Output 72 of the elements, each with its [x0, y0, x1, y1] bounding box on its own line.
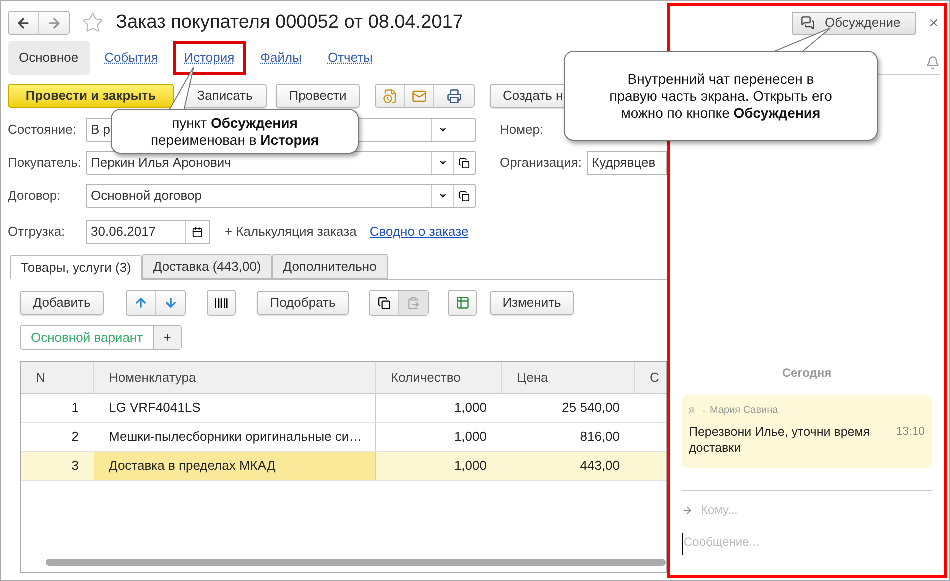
forward-icon[interactable]: [46, 16, 62, 30]
table-cell-text: 816,00: [579, 428, 621, 446]
field-label: Отгрузка:: [8, 223, 66, 242]
summary-link[interactable]: Сводно о заказе: [370, 222, 469, 242]
table-settings-icon[interactable]: [456, 296, 470, 310]
discussion-button[interactable]: Обсуждение: [792, 12, 916, 34]
table-cell-text: 3: [70, 457, 80, 476]
pick-button[interactable]: Подобрать: [257, 291, 349, 315]
print-icon[interactable]: [446, 88, 462, 104]
back-icon[interactable]: [16, 16, 31, 30]
message-field[interactable]: Сообщение...: [682, 533, 932, 555]
column-header[interactable]: N: [21, 362, 94, 393]
input-field[interactable]: Перкин Илья Аронович: [86, 151, 476, 175]
post-button[interactable]: Провести: [276, 84, 360, 108]
table-cell-text: 2: [70, 428, 80, 446]
table-row[interactable]: 1 LG VRF4041LS 1,000 25 540,00: [21, 394, 666, 423]
section-link[interactable]: Отчеты: [316, 41, 384, 75]
section-link[interactable]: История: [173, 41, 246, 75]
field-label: Номер:: [500, 121, 545, 140]
table-cell: Мешки-пылесборники оригинальные си…: [94, 423, 376, 451]
input-field[interactable]: Основной договор: [86, 184, 476, 208]
section-link[interactable]: Основное: [8, 41, 90, 75]
field-label: Покупатель:: [8, 154, 82, 172]
table-cell-text: 1: [70, 399, 80, 418]
edit-button[interactable]: Изменить: [490, 291, 574, 315]
copy-icon[interactable]: [378, 296, 390, 310]
section-link[interactable]: События: [94, 41, 170, 75]
table-row[interactable]: 2 Мешки-пылесборники оригинальные си… 1,000 816,00: [21, 423, 666, 452]
favorite-star-icon[interactable]: [82, 12, 104, 34]
message-sender: я → Мария Савина: [689, 404, 780, 418]
horizontal-scrollbar[interactable]: [46, 559, 666, 566]
day-separator: Сегодня: [781, 365, 833, 382]
message-text: Перезвони Илье, уточни время доставки: [689, 424, 872, 456]
field-label: Организация:: [500, 154, 584, 172]
table-cell-text: 1,000: [453, 457, 488, 476]
table-row[interactable]: 3 Доставка в пределах МКАД 1,000 443,00: [21, 452, 666, 481]
field-label: Договор:: [8, 187, 62, 206]
window-title: Заказ покупателя 000052 от 08.04.2017: [116, 10, 464, 35]
move-up-icon[interactable]: [134, 296, 148, 310]
column-header[interactable]: С: [635, 362, 667, 393]
add-variant-button[interactable]: +: [154, 326, 181, 349]
tab[interactable]: Доставка (443,00): [142, 254, 272, 279]
message-time: 13:10: [896, 425, 925, 440]
table-cell-text: 443,00: [579, 457, 621, 476]
column-header[interactable]: Количество: [376, 362, 502, 393]
field-label: Состояние:: [8, 121, 78, 140]
input-field[interactable]: Кудрявцев: [587, 151, 667, 175]
table-cell-text: 1,000: [453, 428, 488, 446]
notification-bell-icon[interactable]: [926, 56, 940, 70]
column-header[interactable]: Цена: [502, 362, 635, 393]
tab[interactable]: Товары, услуги (3): [10, 255, 142, 280]
tab[interactable]: Дополнительно: [272, 254, 388, 279]
table-cell-text: 25 540,00: [561, 399, 621, 418]
section-link[interactable]: Файлы: [250, 41, 313, 75]
post-and-close-button[interactable]: Провести и закрыть: [8, 84, 174, 108]
table-cell-text: 1,000: [453, 399, 488, 418]
table-cell: Доставка в пределах МКАД: [94, 452, 376, 480]
column-header[interactable]: Номенклатура: [94, 362, 376, 393]
barcode-icon[interactable]: [214, 296, 229, 310]
mail-icon[interactable]: [412, 88, 426, 104]
add-button[interactable]: Добавить: [20, 291, 104, 315]
tooltip-pointer: [167, 67, 197, 111]
save-button[interactable]: Записать: [183, 84, 267, 108]
table-cell: LG VRF4041LS: [94, 394, 376, 422]
recipient-arrow-icon: [682, 504, 693, 516]
calendar-icon[interactable]: [192, 226, 203, 238]
close-icon[interactable]: [928, 17, 940, 29]
calculation-link[interactable]: + Калькуляция заказа: [225, 222, 357, 242]
recipient-field[interactable]: Кому...: [701, 501, 932, 519]
move-down-icon[interactable]: [164, 296, 178, 310]
date-field[interactable]: 30.06.2017: [86, 220, 210, 244]
chat-icon: [801, 16, 815, 30]
